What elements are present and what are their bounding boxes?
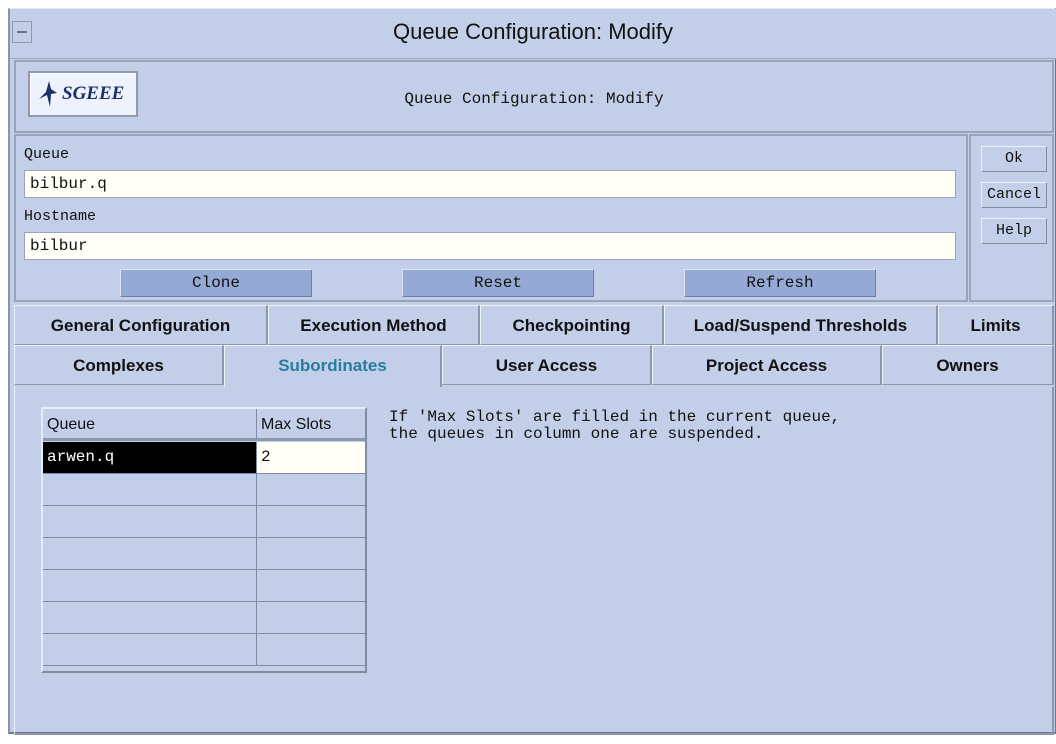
table-row[interactable] <box>43 538 365 570</box>
column-header-queue[interactable]: Queue <box>43 409 257 441</box>
queue-label: Queue <box>24 146 70 163</box>
table-cell-max-slots[interactable] <box>257 506 365 537</box>
clone-button[interactable]: Clone <box>120 269 312 297</box>
tab-project-access[interactable]: Project Access <box>652 345 882 385</box>
table-row[interactable] <box>43 602 365 634</box>
window-title: Queue Configuration: Modify <box>392 19 674 44</box>
table-cell-max-slots[interactable] <box>257 570 365 601</box>
column-header-max-slots[interactable]: Max Slots <box>257 409 365 441</box>
hostname-input[interactable]: bilbur <box>24 232 956 260</box>
dialog-buttons: Ok Cancel Help <box>969 134 1054 302</box>
tab-row-2: Complexes Subordinates User Access Proje… <box>14 345 1054 387</box>
tab-subordinates[interactable]: Subordinates <box>224 345 442 387</box>
table-cell-queue[interactable] <box>43 634 257 665</box>
tab-limits[interactable]: Limits <box>938 305 1054 345</box>
table-cell-queue[interactable] <box>43 602 257 633</box>
tab-execution-method[interactable]: Execution Method <box>268 305 480 345</box>
table-cell-max-slots[interactable] <box>257 634 365 665</box>
table-row[interactable] <box>43 506 365 538</box>
table-cell-queue[interactable]: arwen.q <box>43 442 257 473</box>
refresh-button[interactable]: Refresh <box>684 269 876 297</box>
subordinates-panel: Queue Max Slots arwen.q 2 If 'Max Slots'… <box>14 387 1054 735</box>
reset-button[interactable]: Reset <box>402 269 594 297</box>
tab-load-suspend-thresholds[interactable]: Load/Suspend Thresholds <box>664 305 938 345</box>
dialog-title: Queue Configuration: Modify <box>404 90 664 108</box>
ok-button[interactable]: Ok <box>981 146 1047 172</box>
table-cell-queue[interactable] <box>43 474 257 505</box>
hint-line: If 'Max Slots' are filled in the current… <box>389 408 841 426</box>
hostname-label: Hostname <box>24 208 97 225</box>
table-cell-max-slots[interactable] <box>257 474 365 505</box>
title-bar[interactable]: Queue Configuration: Modify <box>10 9 1056 59</box>
cancel-button[interactable]: Cancel <box>981 182 1047 208</box>
table-row[interactable] <box>43 634 365 666</box>
table-row[interactable] <box>43 570 365 602</box>
queue-form: Queue bilbur.q Hostname bilbur Clone Res… <box>14 134 968 302</box>
tab-row-1: General Configuration Execution Method C… <box>14 305 1054 345</box>
queue-config-window: Queue Configuration: Modify SGEEE Queue … <box>8 8 1056 735</box>
table-row[interactable]: arwen.q 2 <box>43 442 365 474</box>
queue-input[interactable]: bilbur.q <box>24 170 956 198</box>
tab-general-configuration[interactable]: General Configuration <box>14 305 268 345</box>
table-cell-max-slots[interactable]: 2 <box>257 442 365 473</box>
table-cell-queue[interactable] <box>43 570 257 601</box>
table-row[interactable] <box>43 474 365 506</box>
hint-line: the queues in column one are suspended. <box>389 425 764 443</box>
subordinates-table[interactable]: Queue Max Slots arwen.q 2 <box>41 407 367 673</box>
dialog-header: SGEEE Queue Configuration: Modify <box>14 60 1054 133</box>
tab-owners[interactable]: Owners <box>882 345 1054 385</box>
table-cell-max-slots[interactable] <box>257 538 365 569</box>
tab-user-access[interactable]: User Access <box>442 345 652 385</box>
table-cell-queue[interactable] <box>43 506 257 537</box>
tab-checkpointing[interactable]: Checkpointing <box>480 305 664 345</box>
help-button[interactable]: Help <box>981 218 1047 244</box>
tab-complexes[interactable]: Complexes <box>14 345 224 385</box>
subordinates-hint: If 'Max Slots' are filled in the current… <box>389 409 840 443</box>
table-cell-max-slots[interactable] <box>257 602 365 633</box>
table-cell-queue[interactable] <box>43 538 257 569</box>
